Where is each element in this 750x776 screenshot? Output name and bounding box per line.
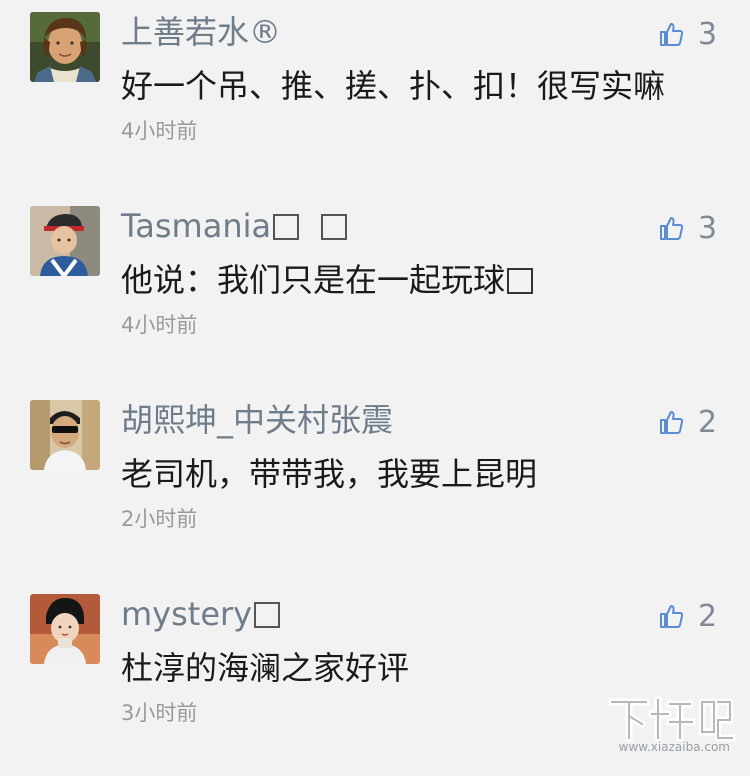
comment-time: 4小时前 [121,119,198,143]
comment-username[interactable]: 上善若水® [121,10,281,54]
thumbs-up-icon [660,605,684,628]
comment-text: 好一个吊、推、搓、扑、扣！很写实嘛 [121,67,666,105]
comment-text: 老司机，带带我，我要上昆明 [121,455,538,493]
like-count: 2 [698,404,718,440]
like-button[interactable]: 2 [658,598,717,634]
thumbs-up-icon [660,217,684,240]
like-button[interactable]: 2 [658,404,717,440]
comment-username[interactable]: mystery [121,592,281,636]
comment-item: 上善若水® 好一个吊、推、搓、扑、扣！很写实嘛 4小时前 3 [0,0,750,194]
comment-time: 3小时前 [121,701,198,725]
like-button[interactable]: 3 [658,210,717,246]
avatar[interactable] [30,594,100,664]
avatar[interactable] [30,206,100,276]
watermark-url: www.xiazaiba.com [618,740,730,754]
like-count: 3 [698,210,718,246]
like-count: 3 [698,16,718,52]
avatar[interactable] [30,400,100,470]
like-button[interactable]: 3 [658,16,717,52]
comment-time: 4小时前 [121,313,198,337]
comment-item: 胡熙坤_中关村张震 老司机，带带我，我要上昆明 2小时前 2 [0,388,750,582]
comment-text: 杜淳的海澜之家好评 [121,649,410,687]
thumbs-up-icon [660,411,684,434]
comment-text: 他说：我们只是在一起玩球 [121,258,534,302]
thumbs-up-icon [660,23,684,46]
comment-item: Tasmania 他说：我们只是在一起玩球 4小时前 3 [0,194,750,388]
avatar[interactable] [30,12,100,82]
comment-username[interactable]: Tasmania [121,204,348,248]
comment-username[interactable]: 胡熙坤_中关村张震 [121,398,393,442]
comment-time: 2小时前 [121,507,198,531]
like-count: 2 [698,598,718,634]
